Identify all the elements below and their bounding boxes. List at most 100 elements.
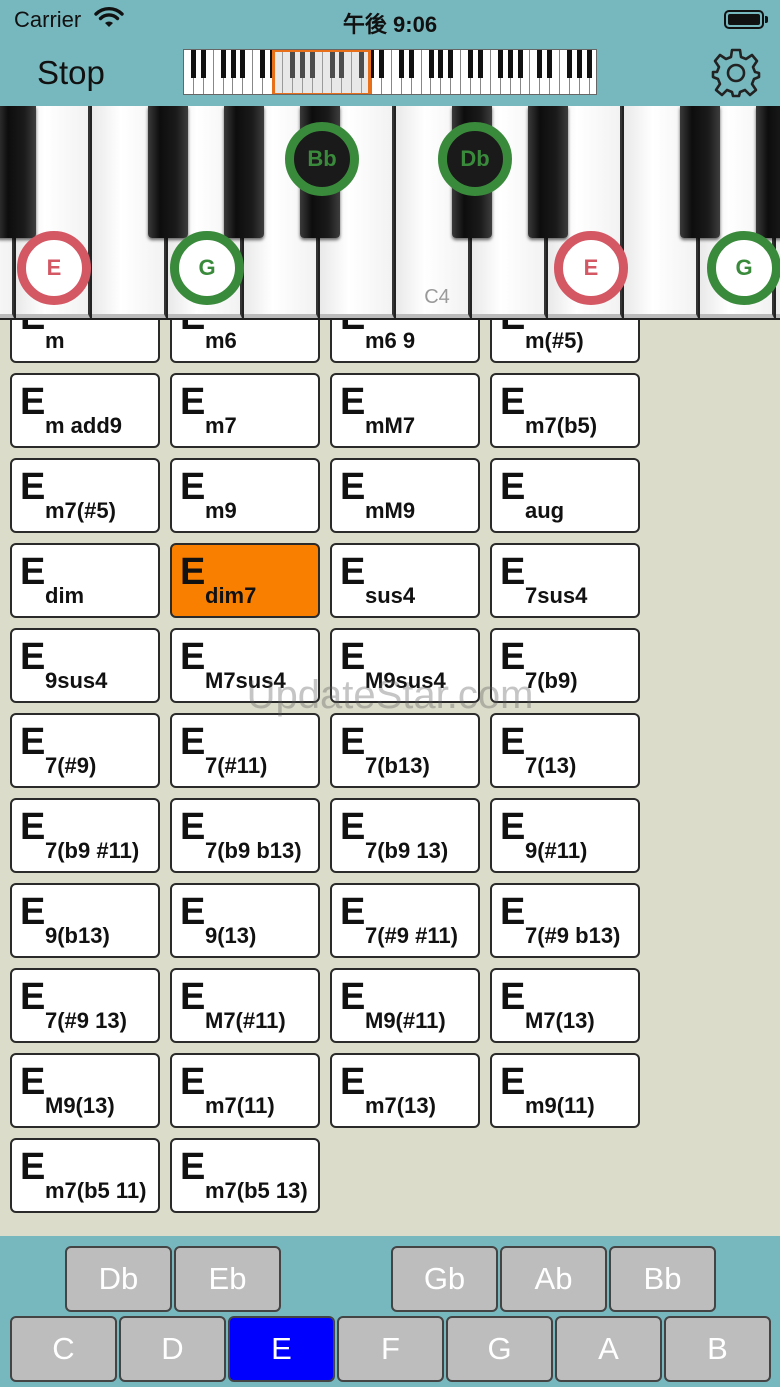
chord-quality: 7(#9 13) <box>45 1008 127 1033</box>
chord-button[interactable]: Em9(11) <box>490 1053 640 1128</box>
chord-root: E <box>180 721 206 763</box>
chord-button[interactable]: Em7(#5) <box>10 458 160 533</box>
key-button-ab[interactable]: Ab <box>500 1246 607 1312</box>
chord-quality: dim7 <box>205 583 257 608</box>
key-button-c[interactable]: C <box>10 1316 117 1382</box>
chord-button[interactable]: Edim <box>10 543 160 618</box>
chord-button[interactable]: Em(#5) <box>490 320 640 363</box>
chord-button[interactable]: E 7sus4 <box>490 543 640 618</box>
chord-button[interactable]: E M9sus4 <box>330 628 480 703</box>
black-key[interactable] <box>224 106 264 238</box>
chord-root: E <box>340 806 366 848</box>
mini-black-key <box>379 50 384 78</box>
key-button-f[interactable]: F <box>337 1316 444 1382</box>
chord-button[interactable]: Em7(b5 11) <box>10 1138 160 1213</box>
mini-black-key <box>468 50 474 78</box>
key-button-eb[interactable]: Eb <box>174 1246 281 1312</box>
chord-button[interactable]: Em7 <box>170 373 320 448</box>
chord-button[interactable]: E 7(#9) <box>10 713 160 788</box>
key-button-d[interactable]: D <box>119 1316 226 1382</box>
key-button-b[interactable]: B <box>664 1316 771 1382</box>
mini-black-key <box>398 50 404 78</box>
chord-button[interactable]: EmM9 <box>330 458 480 533</box>
chord-quality: 9(#11) <box>525 838 588 863</box>
chord-root: E <box>180 806 206 848</box>
chord-root: E <box>20 320 45 339</box>
chord-quality: m(#5) <box>525 328 584 353</box>
chord-root: E <box>20 381 46 423</box>
chord-root: E <box>20 721 46 763</box>
chord-button[interactable]: E 7(#9 #11) <box>330 883 480 958</box>
chord-root: E <box>500 320 525 339</box>
chord-button[interactable]: E M7(13) <box>490 968 640 1043</box>
mini-black-key <box>428 50 434 78</box>
stop-button[interactable]: Stop <box>37 54 105 92</box>
key-button-a[interactable]: A <box>555 1316 662 1382</box>
black-key[interactable] <box>0 106 36 238</box>
chord-root: E <box>180 320 205 339</box>
keyboard-overview-slider[interactable] <box>183 49 597 95</box>
chord-button[interactable]: E 9(13) <box>170 883 320 958</box>
chord-quality: mM7 <box>365 413 416 438</box>
chord-button[interactable]: E 7(b9 13) <box>330 798 480 873</box>
note-marker-g: G <box>170 231 244 305</box>
chord-quality: m7(b5) <box>525 413 598 438</box>
chord-button[interactable]: E 9(b13) <box>10 883 160 958</box>
mini-black-key <box>507 50 513 78</box>
key-button-gb[interactable]: Gb <box>391 1246 498 1312</box>
black-key[interactable] <box>148 106 188 238</box>
chord-root: E <box>180 636 206 678</box>
note-marker-e: E <box>17 231 91 305</box>
chord-quality: sus4 <box>365 583 416 608</box>
keyboard-viewport-indicator[interactable] <box>272 50 371 94</box>
chord-button[interactable]: Em7(11) <box>170 1053 320 1128</box>
key-selector: Db Eb Gb Ab Bb C D E F G A B <box>0 1236 780 1387</box>
chord-button[interactable]: E 7(13) <box>490 713 640 788</box>
mini-black-key <box>547 50 553 78</box>
chord-button[interactable]: Em <box>10 320 160 363</box>
chord-button[interactable]: E M7sus4 <box>170 628 320 703</box>
chord-root: E <box>340 976 366 1018</box>
chord-button[interactable]: E 7(b13) <box>330 713 480 788</box>
settings-gear-icon[interactable] <box>710 47 762 99</box>
chord-button[interactable]: E M9(13) <box>10 1053 160 1128</box>
key-button-db[interactable]: Db <box>65 1246 172 1312</box>
chord-quality: m6 <box>205 328 237 353</box>
chord-quality: 7(#9 b13) <box>525 923 621 948</box>
chord-root: E <box>180 891 206 933</box>
chord-button[interactable]: E 7(#11) <box>170 713 320 788</box>
chord-quality: m7(11) <box>205 1093 275 1118</box>
chord-button[interactable]: Em6 <box>170 320 320 363</box>
chord-button[interactable]: E M7(#11) <box>170 968 320 1043</box>
chord-button[interactable]: E 7(b9 b13) <box>170 798 320 873</box>
black-key[interactable] <box>756 106 780 238</box>
chord-button[interactable]: Em7(b5) <box>490 373 640 448</box>
black-key[interactable] <box>528 106 568 238</box>
key-button-e[interactable]: E <box>228 1316 335 1382</box>
chord-button[interactable]: E 7(#9 13) <box>10 968 160 1043</box>
chord-button[interactable]: Em7(13) <box>330 1053 480 1128</box>
chord-button[interactable]: E 9sus4 <box>10 628 160 703</box>
chord-button[interactable]: Eaug <box>490 458 640 533</box>
chord-root: E <box>20 806 46 848</box>
chord-button[interactable]: Edim7 <box>170 543 320 618</box>
chord-button[interactable]: Em6 9 <box>330 320 480 363</box>
chord-button[interactable]: E M9(#11) <box>330 968 480 1043</box>
chord-button[interactable]: Em add9 <box>10 373 160 448</box>
chord-button[interactable]: E 9(#11) <box>490 798 640 873</box>
black-key[interactable] <box>680 106 720 238</box>
chord-grid[interactable]: EmEm6Em6 9Em(#5)Em add9Em7EmM7Em7(b5)Em7… <box>0 320 780 1236</box>
chord-button[interactable]: E 7(b9 #11) <box>10 798 160 873</box>
chord-button[interactable]: Em7(b5 13) <box>170 1138 320 1213</box>
chord-quality: m7(#5) <box>45 498 116 523</box>
piano-keyboard[interactable]: C4 E G Bb Db E G <box>0 106 780 320</box>
chord-button[interactable]: Em9 <box>170 458 320 533</box>
key-button-g[interactable]: G <box>446 1316 553 1382</box>
chord-root: E <box>340 320 365 339</box>
chord-button[interactable]: E 7(#9 b13) <box>490 883 640 958</box>
chord-button[interactable]: E 7(b9) <box>490 628 640 703</box>
chord-button[interactable]: Esus4 <box>330 543 480 618</box>
chord-button[interactable]: EmM7 <box>330 373 480 448</box>
key-button-bb[interactable]: Bb <box>609 1246 716 1312</box>
chord-quality: mM9 <box>365 498 416 523</box>
